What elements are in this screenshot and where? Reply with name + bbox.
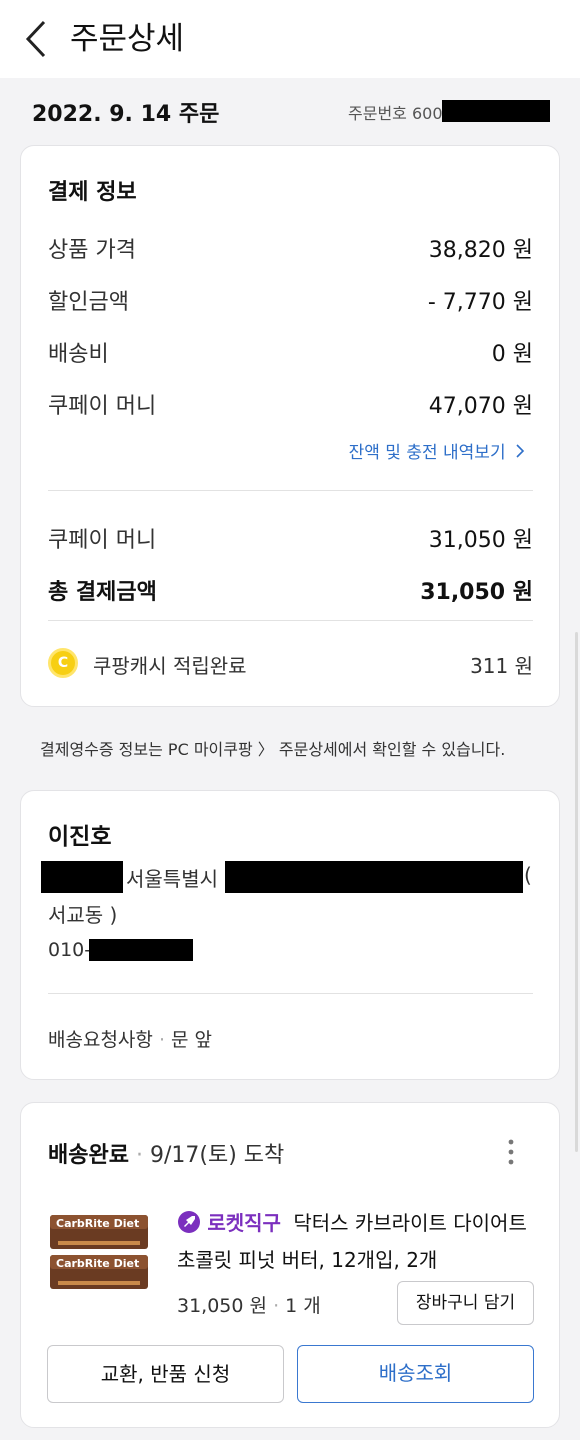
page-title: 주문상세 [70,21,185,57]
delivery-request-separator: · [158,1029,165,1051]
address-dong: 서교동 ) [48,903,118,927]
discount-label: 할인금액 [48,290,129,315]
paid-method-label: 쿠페이 머니 [48,528,157,553]
product-qty: 1 개 [285,1295,321,1317]
shipping-address-card: 이진호 서울특별시 ( 서교동 ) 010- 배송요청사항 · 문 앞 [20,790,560,1080]
scrollbar[interactable] [575,632,578,1152]
payment-info-title: 결제 정보 [48,180,137,205]
product-price: 31,050 원 [177,1295,268,1317]
delivery-status-line: 배송완료 · 9/17(토) 도착 [48,1137,284,1169]
delivery-separator: · [135,1143,143,1168]
order-header: 2022. 9. 14 주문 주문번호 600 [0,78,580,144]
balance-history-link[interactable]: 잔액 및 충전 내역보기 [349,438,525,463]
more-options-icon[interactable] [501,1137,521,1169]
chevron-right-icon [516,444,525,458]
product-name-text: 닥터스 카브라이트 다이어트 [293,1211,527,1235]
receipt-note: 결제영수증 정보는 PC 마이쿠팡 〉 주문상세에서 확인할 수 있습니다. [40,740,506,759]
coupay-money-label: 쿠페이 머니 [48,394,157,419]
divider [48,620,533,621]
coupang-cash-value: 311 원 [470,654,533,678]
delivery-request-value: 문 앞 [171,1029,213,1051]
back-arrow-icon[interactable] [22,18,52,60]
order-number-label: 주문번호 600 [348,104,443,123]
exchange-return-button[interactable]: 교환, 반품 신청 [47,1345,284,1403]
address-paren: ( [524,863,532,887]
paid-method-value: 31,050 원 [428,528,533,553]
balance-history-link-label: 잔액 및 충전 내역보기 [348,443,506,463]
delivery-arrival: 9/17(토) 도착 [149,1143,285,1168]
coupang-cash-coin-icon: C [48,648,78,678]
redacted-order-number [442,100,550,122]
total-payment-value: 31,050 원 [420,580,533,605]
payment-info-card: 결제 정보 상품 가격 38,820 원 할인금액 - 7,770 원 배송비 … [20,145,560,707]
rocket-direct-badge: 로켓직구 [207,1211,281,1235]
discount-value: - 7,770 원 [427,290,533,315]
track-delivery-button[interactable]: 배송조회 [297,1345,534,1403]
shipping-fee-value: 0 원 [491,342,533,367]
redacted-address [225,861,523,893]
product-image[interactable]: CarbRite Diet CarbRite Diet [48,1211,150,1293]
product-price-value: 38,820 원 [428,238,533,263]
product-name-line2[interactable]: 초콜릿 피넛 버터, 12개입, 2개 [177,1244,437,1273]
product-image-label-top: CarbRite Diet [56,1217,140,1230]
address-city: 서울특별시 [126,867,218,891]
product-image-label-bottom: CarbRite Diet [56,1257,140,1270]
rocket-icon [178,1211,200,1233]
delivery-card: 배송완료 · 9/17(토) 도착 CarbRite Diet CarbRite… [20,1102,560,1428]
add-to-cart-button[interactable]: 장바구니 담기 [397,1281,534,1325]
redacted-postal-code [41,861,123,893]
delivery-status: 배송완료 [48,1143,129,1168]
product-price-label: 상품 가격 [48,238,136,263]
delivery-request: 배송요청사항 · 문 앞 [48,1025,212,1052]
coupay-money-value: 47,070 원 [428,394,533,419]
product-price-qty: 31,050 원 · 1 개 [177,1295,321,1317]
order-date: 2022. 9. 14 주문 [32,102,220,127]
coupang-cash-label: 쿠팡캐시 적립완료 [93,654,247,678]
delivery-request-label: 배송요청사항 [48,1029,153,1051]
divider [48,993,533,994]
top-bar: 주문상세 [0,0,580,78]
redacted-phone-number [89,939,193,961]
phone-prefix: 010- [48,939,92,961]
divider [48,490,533,491]
total-payment-label: 총 결제금액 [48,580,157,605]
product-name-line1[interactable]: 로켓직구 닥터스 카브라이트 다이어트 [177,1207,527,1236]
shipping-fee-label: 배송비 [48,342,109,367]
recipient-name: 이진호 [48,824,112,850]
